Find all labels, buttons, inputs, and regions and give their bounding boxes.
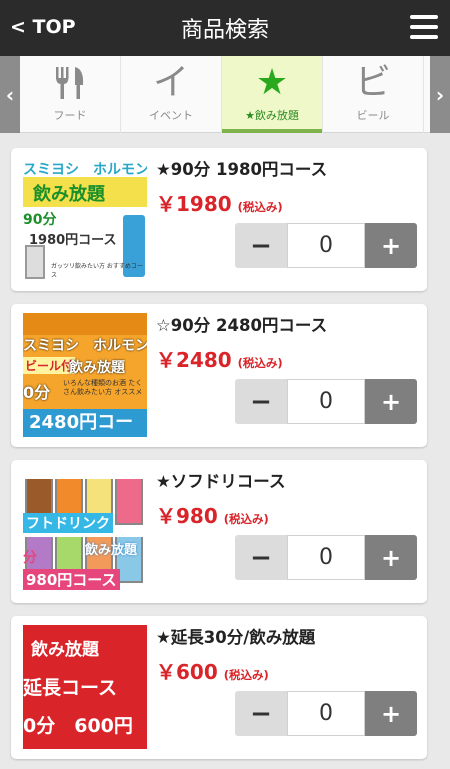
chevron-right-icon[interactable]: › xyxy=(430,56,450,133)
increase-button[interactable]: + xyxy=(365,379,417,424)
product-card[interactable]: スミヨシ ホルモン ビール付 飲み放題 0分 いろんな種類のお酒 たくさん飲みた… xyxy=(11,304,427,447)
hamburger-icon[interactable] xyxy=(410,15,438,39)
product-card[interactable]: 飲み放題 延長コース 0分 600円 ★延長30分/飲み放題 ￥600 (税込み)… xyxy=(11,616,427,759)
product-image[interactable]: 飲み放題 延長コース 0分 600円 xyxy=(23,625,147,749)
decrease-button[interactable]: − xyxy=(235,691,287,736)
product-image[interactable]: フトドリンク 飲み放題 分 980円コース xyxy=(23,469,147,593)
tab-food[interactable]: フード xyxy=(20,56,121,133)
quantity-field[interactable]: 0 xyxy=(287,379,365,424)
decrease-button[interactable]: − xyxy=(235,535,287,580)
tab-event[interactable]: イ イベント xyxy=(121,56,222,133)
glass-image xyxy=(25,245,45,279)
product-price: ￥600 (税込み) xyxy=(156,656,269,685)
image-band xyxy=(23,313,147,335)
quantity-stepper: − 0 + xyxy=(235,379,417,424)
increase-button[interactable]: + xyxy=(365,535,417,580)
product-card[interactable]: フトドリンク 飲み放題 分 980円コース ★ソフドリコース ￥980 (税込み)… xyxy=(11,460,427,603)
star-icon: ★ xyxy=(255,62,289,103)
increase-button[interactable]: + xyxy=(365,223,417,268)
product-name[interactable]: ★90分 1980円コース xyxy=(156,156,327,180)
image-caption: ガッツリ飲みたい方 おすすめコース xyxy=(51,263,143,279)
product-card[interactable]: スミヨシ ホルモン 飲み放題 90分 1980円コース ガッツリ飲みたい方 おす… xyxy=(11,148,427,291)
product-price: ￥2480 (税込み) xyxy=(156,344,283,373)
tax-note: (税込み) xyxy=(237,200,283,214)
quantity-field[interactable]: 0 xyxy=(287,223,365,268)
product-price: ￥1980 (税込み) xyxy=(156,188,283,217)
image-caption: フトドリンク xyxy=(23,513,113,533)
image-caption: 飲み放題 xyxy=(31,640,99,660)
chevron-left-icon[interactable]: ‹ xyxy=(0,56,20,133)
image-caption: 0分 xyxy=(23,383,51,402)
image-caption: いろんな種類のお酒 たくさん飲みたい方 オススメ xyxy=(63,379,143,396)
price-amount: ￥2480 xyxy=(156,348,232,372)
katakana-bi-icon: ビ xyxy=(354,62,391,103)
quantity-stepper: − 0 + xyxy=(235,535,417,580)
image-caption: 90分 xyxy=(23,212,57,228)
tab-label: イベント xyxy=(149,109,193,122)
quantity-stepper: − 0 + xyxy=(235,223,417,268)
price-amount: ￥600 xyxy=(156,660,218,684)
image-caption: 飲み放題 xyxy=(33,184,105,205)
quantity-field[interactable]: 0 xyxy=(287,535,365,580)
image-caption: 0分 600円 xyxy=(23,715,133,737)
product-image[interactable]: スミヨシ ホルモン ビール付 飲み放題 0分 いろんな種類のお酒 たくさん飲みた… xyxy=(23,313,147,437)
tab-label: ビール xyxy=(356,109,390,122)
tax-note: (税込み) xyxy=(223,668,269,682)
decrease-button[interactable]: − xyxy=(235,379,287,424)
page-title: 商品検索 xyxy=(180,18,269,43)
image-caption: 飲み放題 xyxy=(69,360,125,376)
image-caption: スミヨシ ホルモン xyxy=(23,338,147,354)
tab-label: フード xyxy=(53,109,87,122)
image-caption: ビール付 xyxy=(23,357,76,374)
tab-beer[interactable]: ビ ビール xyxy=(323,56,424,133)
tax-note: (税込み) xyxy=(237,356,283,370)
tax-note: (税込み) xyxy=(223,512,269,526)
product-image[interactable]: スミヨシ ホルモン 飲み放題 90分 1980円コース ガッツリ飲みたい方 おす… xyxy=(23,157,147,281)
product-name[interactable]: ★ソフドリコース xyxy=(156,468,285,492)
katakana-i-icon: イ xyxy=(152,62,189,103)
image-caption: 2480円コース xyxy=(23,409,147,437)
price-amount: ￥1980 xyxy=(156,192,232,216)
app-header: < TOP 商品検索 xyxy=(0,0,450,56)
image-caption: 分 xyxy=(23,550,37,566)
product-price: ￥980 (税込み) xyxy=(156,500,269,529)
decrease-button[interactable]: − xyxy=(235,223,287,268)
image-caption: スミヨシ ホルモン xyxy=(23,162,147,178)
tab-all-you-can-drink[interactable]: ★ ★飲み放題 xyxy=(222,56,323,133)
image-caption: 延長コース xyxy=(23,677,118,699)
increase-button[interactable]: + xyxy=(365,691,417,736)
category-tabs: ‹ フード イ イベント ★ ★飲み放題 ビ ビール › xyxy=(0,56,450,133)
quantity-stepper: − 0 + xyxy=(235,691,417,736)
product-name[interactable]: ★延長30分/飲み放題 xyxy=(156,624,315,648)
product-name[interactable]: ☆90分 2480円コース xyxy=(156,312,327,336)
tab-label: ★飲み放題 xyxy=(245,109,299,122)
image-caption: 980円コース xyxy=(23,569,120,590)
image-caption: 飲み放題 xyxy=(85,543,138,558)
fork-knife-icon xyxy=(20,66,120,100)
price-amount: ￥980 xyxy=(156,504,218,528)
quantity-field[interactable]: 0 xyxy=(287,691,365,736)
